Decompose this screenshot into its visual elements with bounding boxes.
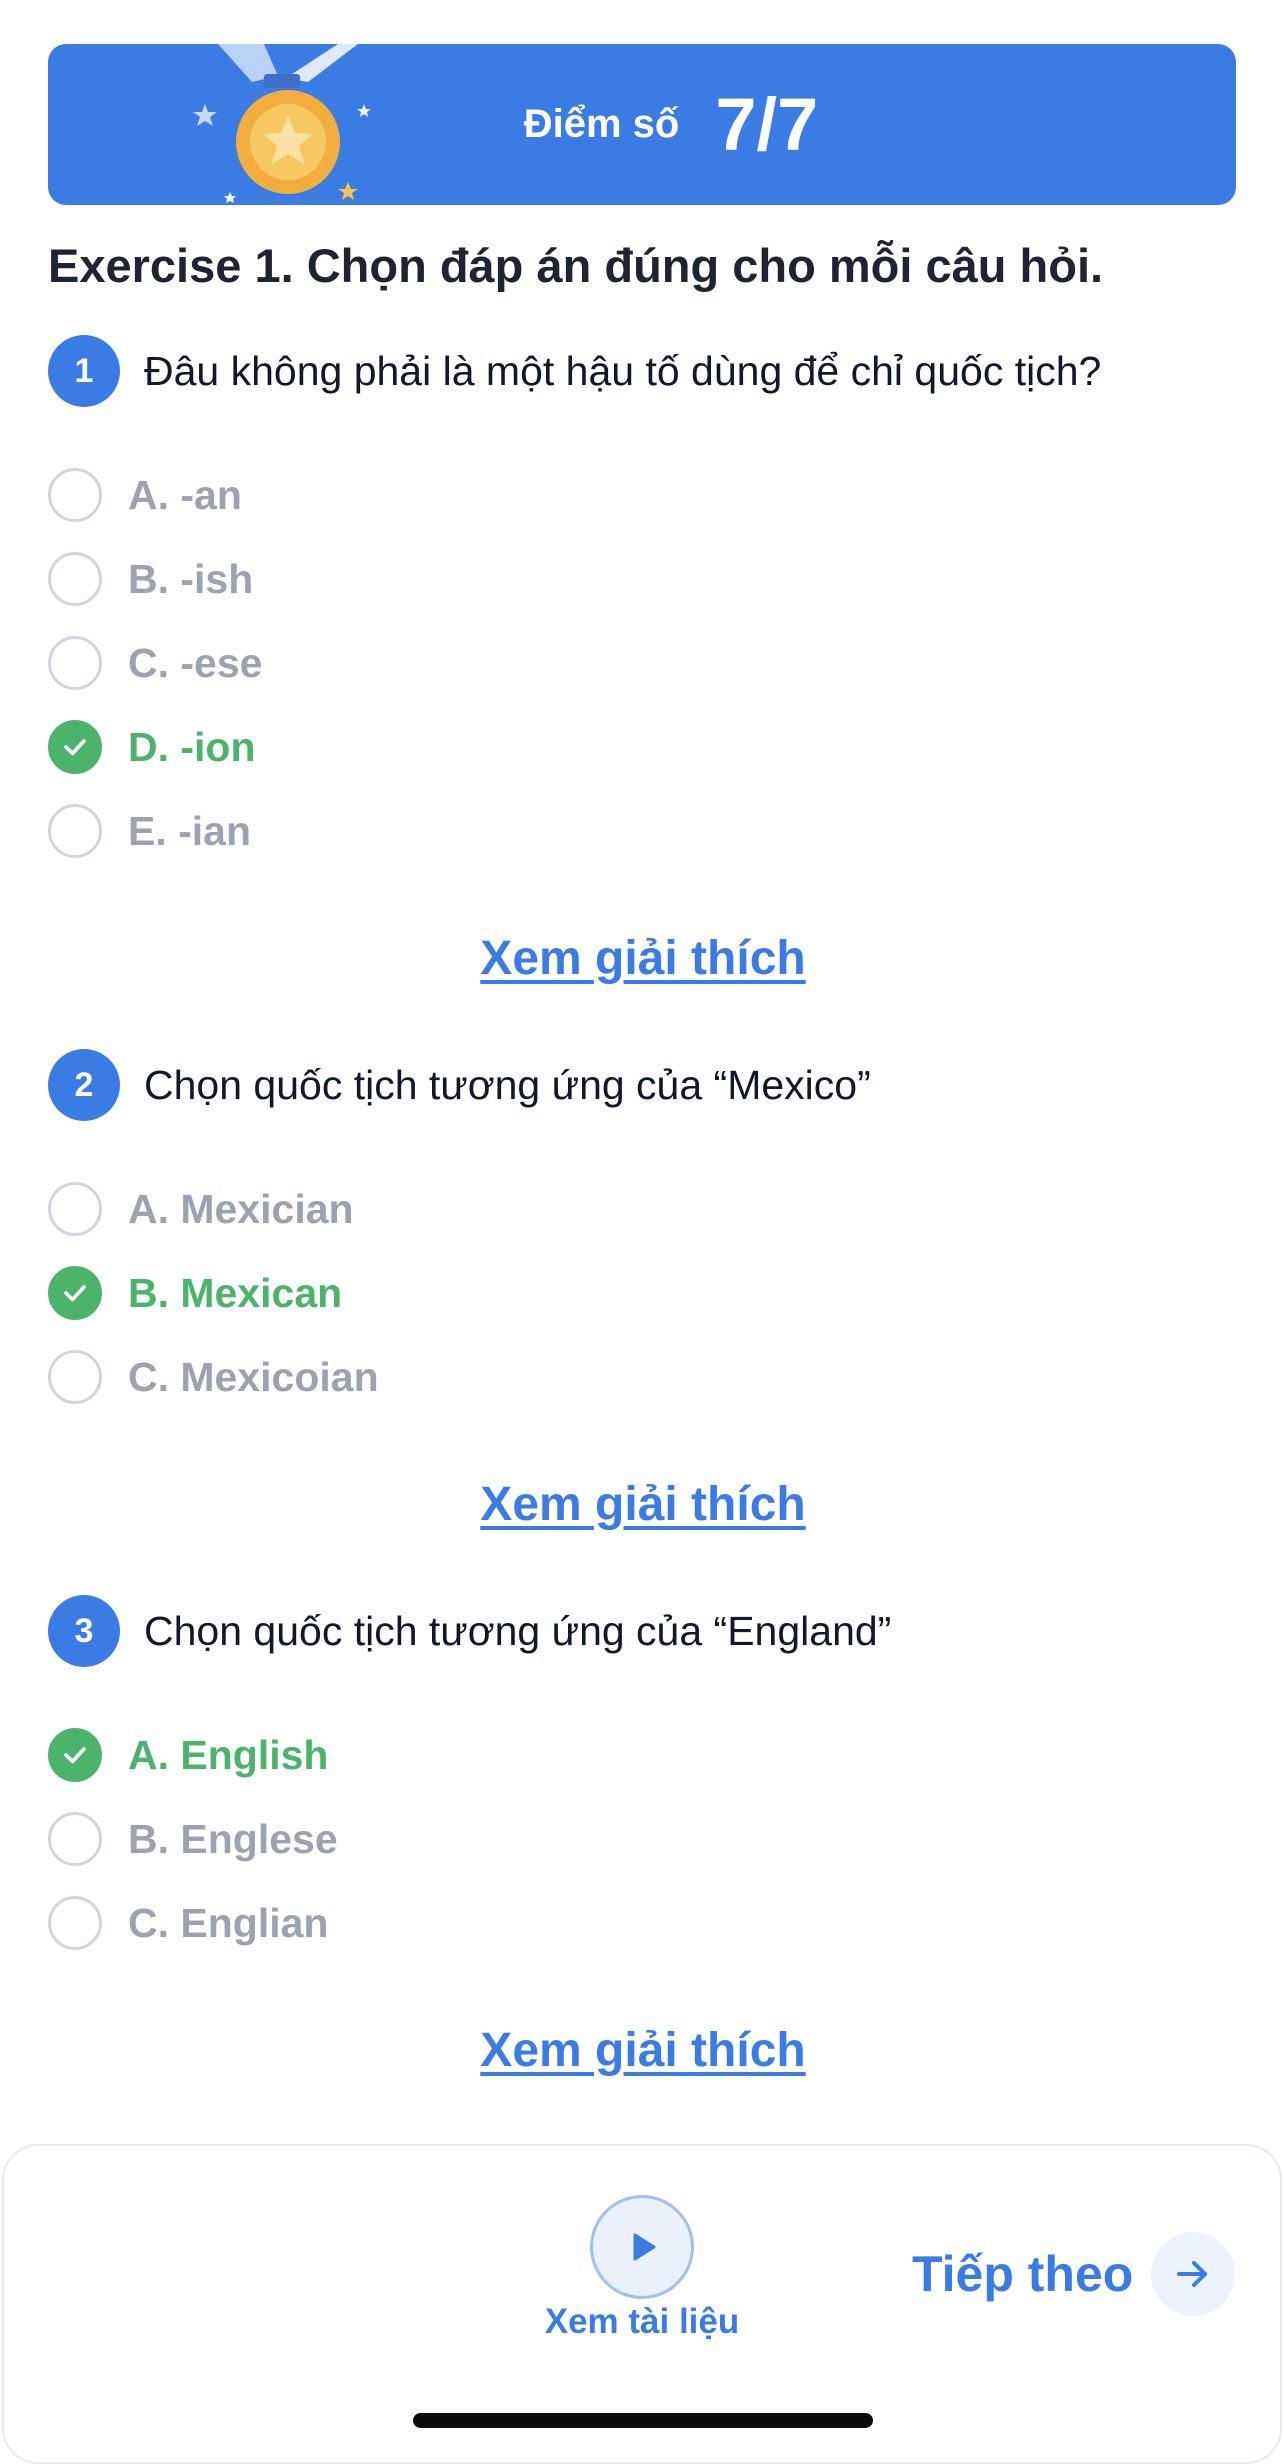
question-number-badge: 2 (48, 1049, 120, 1121)
option-b[interactable]: B. -ish (48, 537, 1238, 621)
option-c[interactable]: C. -ese (48, 621, 1238, 705)
option-d-correct[interactable]: D. -ion (48, 705, 1238, 789)
question-3: 3 Chọn quốc tịch tương ứng của “England”… (48, 1595, 1238, 2078)
option-label: A. Mexician (128, 1185, 354, 1232)
radio-button[interactable] (48, 552, 102, 606)
check-icon[interactable] (48, 1728, 102, 1782)
score-banner: Điểm số 7/7 (48, 44, 1236, 205)
option-label: A. English (128, 1731, 329, 1778)
next-button[interactable]: Tiếp theo (912, 2230, 1236, 2318)
option-list: A. -an B. -ish C. -ese D. -ion E. -ian (48, 453, 1238, 873)
view-docs-label[interactable]: Xem tài liệu (440, 2302, 844, 2342)
question-text: Đâu không phải là một hậu tố dùng để chỉ… (144, 347, 1102, 394)
exercise-title: Exercise 1. Chọn đáp án đúng cho mỗi câu… (48, 239, 1104, 292)
option-list: A. Mexician B. Mexican C. Mexicoian (48, 1167, 1238, 1419)
score-label: Điểm số (523, 102, 680, 146)
option-a[interactable]: A. Mexician (48, 1167, 1238, 1251)
arrow-right-icon (1151, 2232, 1236, 2316)
option-a-correct[interactable]: A. English (48, 1713, 1238, 1797)
radio-button[interactable] (48, 468, 102, 522)
option-b[interactable]: B. Englese (48, 1797, 1238, 1881)
option-label: C. Englian (128, 1899, 329, 1946)
radio-button[interactable] (48, 804, 102, 858)
view-docs-button[interactable] (590, 2195, 694, 2299)
explain-link[interactable]: Xem giải thích (48, 931, 1238, 986)
question-number-badge: 1 (48, 335, 120, 407)
question-text: Chọn quốc tịch tương ứng của “Mexico” (144, 1061, 871, 1108)
check-icon[interactable] (48, 1266, 102, 1320)
option-label: A. -an (128, 471, 242, 518)
check-icon[interactable] (48, 720, 102, 774)
option-a[interactable]: A. -an (48, 453, 1238, 537)
question-1: 1 Đâu không phải là một hậu tố dùng để c… (48, 335, 1238, 986)
next-label: Tiếp theo (912, 2246, 1134, 2302)
play-icon (633, 2233, 656, 2261)
option-label: B. -ish (128, 555, 254, 602)
radio-button[interactable] (48, 1182, 102, 1236)
radio-button[interactable] (48, 1896, 102, 1950)
option-label: C. Mexicoian (128, 1353, 379, 1400)
radio-button[interactable] (48, 1350, 102, 1404)
radio-button[interactable] (48, 636, 102, 690)
explain-link[interactable]: Xem giải thích (48, 1477, 1238, 1532)
option-list: A. English B. Englese C. Englian (48, 1713, 1238, 1965)
question-text: Chọn quốc tịch tương ứng của “England” (144, 1607, 892, 1654)
option-label: E. -ian (128, 807, 252, 854)
radio-button[interactable] (48, 1812, 102, 1866)
home-indicator (413, 2413, 873, 2428)
explain-link[interactable]: Xem giải thích (48, 2023, 1238, 2078)
option-label: C. -ese (128, 639, 263, 686)
option-label: B. Mexican (128, 1269, 343, 1316)
option-c[interactable]: C. Mexicoian (48, 1335, 1238, 1419)
option-label: B. Englese (128, 1815, 338, 1862)
option-e[interactable]: E. -ian (48, 789, 1238, 873)
option-c[interactable]: C. Englian (48, 1881, 1238, 1965)
question-number-badge: 3 (48, 1595, 120, 1667)
question-2: 2 Chọn quốc tịch tương ứng của “Mexico” … (48, 1049, 1238, 1532)
option-b-correct[interactable]: B. Mexican (48, 1251, 1238, 1335)
option-label: D. -ion (128, 723, 256, 770)
score-value: 7/7 (715, 83, 819, 166)
